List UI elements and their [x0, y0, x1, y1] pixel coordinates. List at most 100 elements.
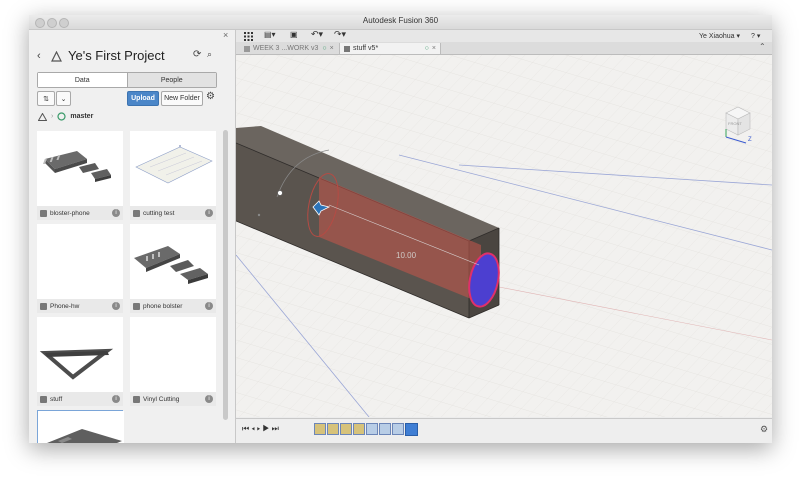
info-icon[interactable]: i — [205, 395, 213, 403]
last-step-icon[interactable]: ⏭ — [272, 424, 281, 433]
item-name: Phone-hw — [50, 302, 80, 310]
close-tab-icon[interactable]: × — [330, 45, 334, 52]
tab-data[interactable]: Data — [38, 73, 127, 87]
design-file-icon — [133, 302, 140, 310]
undo-icon[interactable]: ↶▾ — [311, 29, 323, 40]
item-label: Vinyl Cutting i — [130, 392, 216, 406]
close-tab-icon[interactable]: × — [432, 45, 436, 52]
sketch-feature-icon[interactable] — [340, 423, 352, 435]
info-icon[interactable]: i — [112, 209, 120, 217]
thumbnail — [130, 224, 216, 299]
project-title: Ye's First Project — [68, 48, 165, 63]
design-file-icon — [244, 45, 250, 52]
item-name: bloster-phone — [50, 209, 90, 217]
thumbnail — [37, 317, 123, 392]
axis-z-label: Z — [748, 137, 752, 143]
design-item-cutting-test[interactable]: cutting test i — [130, 131, 216, 221]
data-panel-grid-icon[interactable] — [244, 32, 253, 41]
next-step-icon[interactable]: ▶ — [262, 424, 271, 433]
new-folder-button[interactable]: New Folder — [161, 91, 203, 106]
design-item-bloster-phone[interactable]: bloster-phone i — [37, 131, 123, 221]
design-item-phone-hw[interactable]: Phone-hw i — [37, 224, 123, 314]
extrude-feature-icon[interactable] — [392, 423, 404, 435]
tab-stuff[interactable]: stuff v5* ○ × — [339, 43, 441, 54]
dimension-label[interactable]: 10.00 — [396, 251, 416, 260]
sync-status-icon: ○ — [322, 45, 327, 52]
sort-dropdown-button[interactable]: ⌄ — [56, 91, 71, 106]
design-file-icon — [40, 209, 47, 217]
refresh-icon[interactable]: ⟳ — [193, 49, 201, 60]
sync-status-icon: ○ — [424, 45, 429, 52]
redo-icon[interactable]: ↷▾ — [334, 29, 346, 40]
project-breadcrumb-icon[interactable] — [38, 112, 47, 121]
info-icon[interactable]: i — [205, 209, 213, 217]
extrude-feature-icon[interactable] — [366, 423, 378, 435]
design-grid: bloster-phone i cutting test i Phone-hw … — [37, 131, 220, 443]
sketch-feature-icon[interactable] — [314, 423, 326, 435]
help-menu[interactable]: ? ▾ — [751, 32, 760, 40]
application-bar: ▤▾ ▣ ↶▾ ↷▾ Ye Xiaohua ▾ ? ▾ — [236, 29, 772, 42]
thumbnail — [130, 317, 216, 392]
search-icon[interactable]: ⌕ — [207, 49, 212, 60]
breadcrumb-separator-icon: › — [51, 113, 54, 120]
design-item-vinyl-cutting[interactable]: Vinyl Cutting i — [130, 317, 216, 407]
design-file-icon — [344, 45, 350, 52]
window-title: Autodesk Fusion 360 — [362, 16, 439, 25]
item-label: stuff i — [37, 392, 123, 406]
item-name: phone bolster — [143, 302, 183, 310]
thumbnail — [37, 131, 123, 206]
info-icon[interactable]: i — [112, 395, 120, 403]
back-icon[interactable]: ‹ — [37, 50, 41, 62]
canvas-viewport[interactable]: 10.00 FRONT Z — [236, 55, 772, 417]
breadcrumb: › master — [38, 112, 93, 121]
timeline-features — [314, 423, 418, 436]
app-window: Autodesk Fusion 360 ‹ Ye's First Project… — [29, 15, 772, 443]
project-icon — [51, 51, 62, 62]
user-menu[interactable]: Ye Xiaohua ▾ — [699, 32, 740, 40]
sketch-feature-icon[interactable] — [327, 423, 339, 435]
view-cube-face-label: FRONT — [728, 121, 742, 126]
save-icon[interactable]: ▣ — [290, 30, 298, 39]
settings-gear-icon[interactable]: ⚙ — [206, 91, 215, 102]
upload-button[interactable]: Upload — [127, 91, 159, 106]
item-name: stuff — [50, 395, 63, 403]
hole-feature-icon-active[interactable] — [405, 423, 418, 436]
panel-tabs: Data People — [37, 72, 217, 88]
tab-people[interactable]: People — [126, 73, 216, 87]
branch-label[interactable]: master — [70, 113, 93, 120]
design-item-selected[interactable] — [37, 410, 124, 443]
file-menu-icon[interactable]: ▤▾ — [264, 30, 276, 39]
close-panel-icon[interactable]: × — [223, 30, 228, 40]
branch-icon — [57, 112, 66, 121]
data-panel: ‹ Ye's First Project ⟳ ⌕ × Data People ⇅… — [29, 30, 236, 443]
title-bar: Autodesk Fusion 360 — [29, 15, 772, 30]
thumbnail — [37, 224, 123, 299]
timeline-settings-gear-icon[interactable]: ⚙ — [760, 424, 768, 435]
item-name: Vinyl Cutting — [143, 395, 180, 403]
panel-scrollbar[interactable] — [223, 130, 228, 420]
design-item-phone-bolster[interactable]: phone bolster i — [130, 224, 216, 314]
design-item-stuff[interactable]: stuff i — [37, 317, 123, 407]
tab-week3-work[interactable]: WEEK 3 ...WORK v3 ○ × — [244, 43, 336, 54]
document-tabs: WEEK 3 ...WORK v3 ○ × stuff v5* ○ × ⌃ — [236, 42, 772, 55]
first-step-icon[interactable]: ⏮ — [242, 424, 251, 433]
extrude-feature-icon[interactable] — [379, 423, 391, 435]
info-icon[interactable]: i — [205, 302, 213, 310]
canvas-scene — [236, 55, 772, 417]
item-name: cutting test — [143, 209, 175, 217]
tab-overflow-icon[interactable]: ⌃ — [759, 42, 766, 51]
timeline-playback-controls: ⏮◂▸▶⏭ — [242, 424, 281, 434]
design-file-icon — [40, 395, 47, 403]
info-icon[interactable]: i — [112, 302, 120, 310]
view-cube[interactable]: FRONT Z — [718, 101, 758, 145]
item-label: cutting test i — [130, 206, 216, 220]
item-label: phone bolster i — [130, 299, 216, 313]
thumbnail — [38, 411, 124, 443]
sort-button[interactable]: ⇅ — [37, 91, 55, 106]
tab-label: stuff v5* — [353, 45, 379, 52]
sort-icon: ⇅ — [43, 95, 49, 103]
sketch-feature-icon[interactable] — [353, 423, 365, 435]
origin-point — [257, 213, 261, 217]
item-label: Phone-hw i — [37, 299, 123, 313]
manipulator-handle[interactable] — [277, 190, 283, 196]
